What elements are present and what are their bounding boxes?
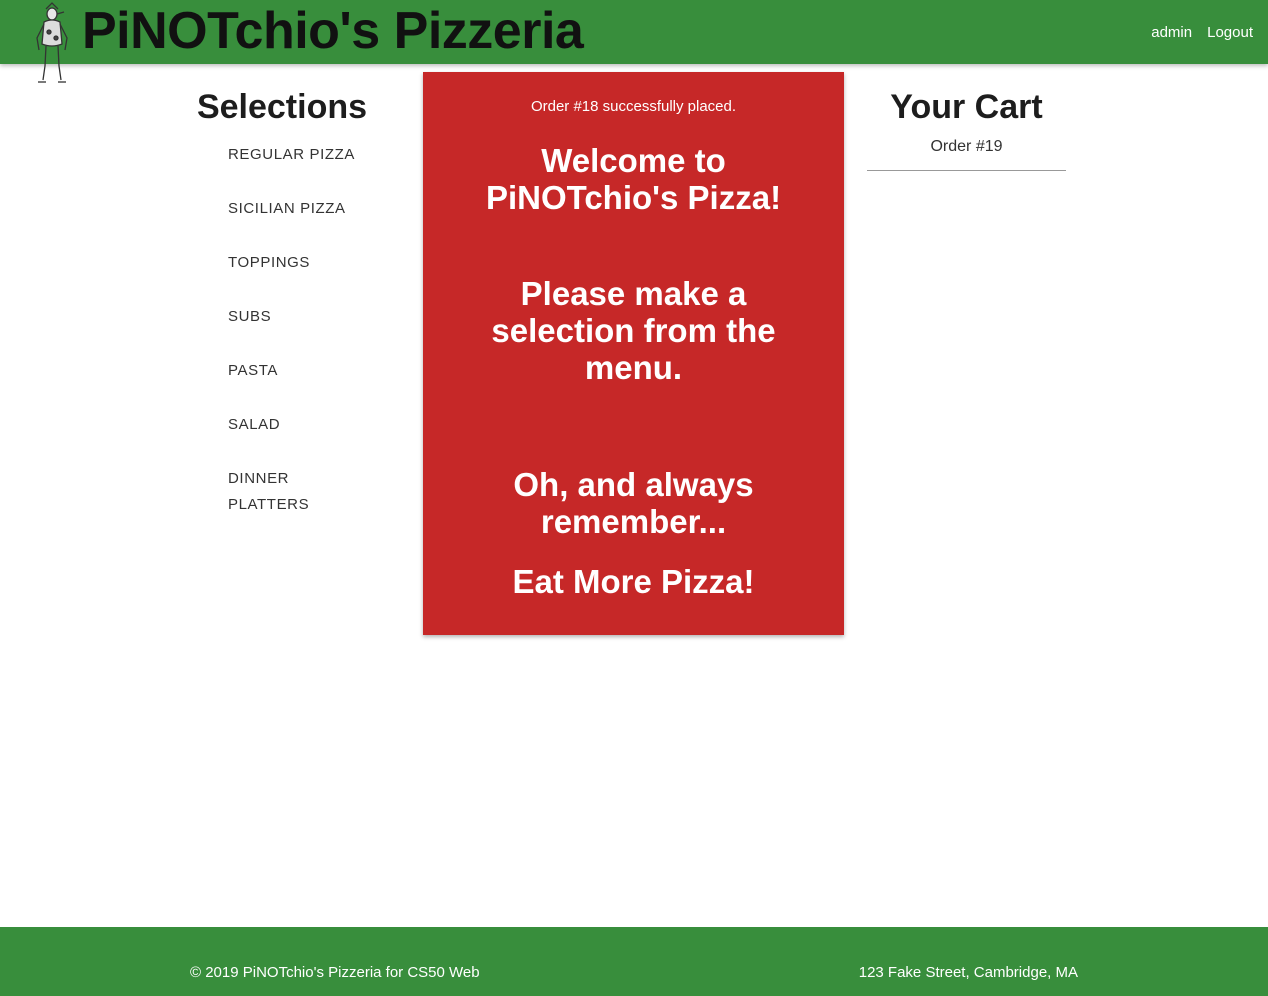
footer-copyright: © 2019 PiNOTchio's Pizzeria for CS50 Web: [190, 964, 480, 981]
selection-prompt: Please make a selection from the menu.: [491, 275, 776, 386]
menu-item-toppings[interactable]: TOPPINGS: [190, 250, 374, 276]
cart-divider: [867, 170, 1066, 171]
order-placed-message: Order #18 successfully placed.: [530, 98, 737, 115]
menu-item-regular-pizza[interactable]: REGULAR PIZZA: [190, 142, 374, 168]
menu-item-subs[interactable]: SUBS: [190, 304, 374, 330]
nav-links: admin Logout: [1136, 0, 1253, 64]
selections-panel: Selections REGULAR PIZZA SICILIAN PIZZA …: [190, 86, 374, 520]
admin-link[interactable]: admin: [1151, 24, 1192, 41]
remember-text: Oh, and always remember...: [513, 466, 754, 540]
selections-title: Selections: [196, 88, 368, 126]
cart-order-number: Order #19: [930, 138, 1003, 155]
pinocchio-figure-icon[interactable]: [30, 2, 74, 90]
welcome-heading: Welcome to PiNOTchio's Pizza!: [485, 142, 782, 216]
menu-item-pasta[interactable]: PASTA: [190, 358, 374, 384]
cart-panel: Your Cart Order #19: [867, 86, 1066, 171]
brand-title[interactable]: PiNOTchio's Pizzeria: [82, 0, 584, 64]
top-navbar: PiNOTchio's Pizzeria admin Logout: [0, 0, 1268, 64]
menu-item-sicilian-pizza[interactable]: SICILIAN PIZZA: [190, 196, 374, 222]
footer-address: 123 Fake Street, Cambridge, MA: [858, 964, 1078, 981]
footer: © 2019 PiNOTchio's Pizzeria for CS50 Web…: [0, 927, 1268, 996]
tagline-text: Eat More Pizza!: [512, 563, 755, 600]
logout-link[interactable]: Logout: [1207, 24, 1253, 41]
menu-item-dinner-platters[interactable]: DINNER PLATTERS: [190, 466, 374, 518]
selections-menu: REGULAR PIZZA SICILIAN PIZZA TOPPINGS SU…: [190, 142, 374, 520]
cart-title: Your Cart: [890, 88, 1043, 126]
welcome-card: Order #18 successfully placed. Welcome t…: [423, 72, 844, 635]
menu-item-salad[interactable]: SALAD: [190, 412, 374, 438]
